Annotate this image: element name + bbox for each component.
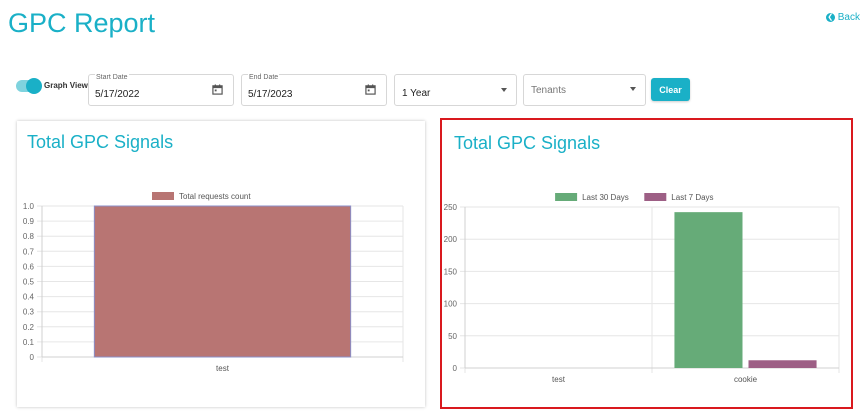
y-tick-label: 0.5 <box>23 278 35 287</box>
y-tick-label: 0.2 <box>23 323 35 332</box>
start-date-value: 5/17/2022 <box>95 89 140 100</box>
y-tick-label: 0 <box>453 364 458 373</box>
range-value: 1 Year <box>402 88 431 99</box>
legend-swatch <box>152 192 174 200</box>
tenants-select[interactable]: Tenants <box>523 74 646 106</box>
y-tick-label: 0.4 <box>23 293 35 302</box>
bar <box>674 212 743 368</box>
graph-view-toggle[interactable] <box>16 78 42 94</box>
y-tick-label: 0.7 <box>23 247 35 256</box>
y-tick-label: 0.8 <box>23 232 35 241</box>
tenants-placeholder: Tenants <box>531 85 567 96</box>
y-tick-label: 1.0 <box>23 202 35 211</box>
start-date-field[interactable]: Start Date 5/17/2022 <box>88 74 234 106</box>
bar <box>748 360 817 368</box>
clear-button[interactable]: Clear <box>651 78 690 101</box>
y-tick-label: 150 <box>444 267 458 276</box>
x-tick-label: test <box>216 364 230 373</box>
back-label: Back <box>837 12 860 23</box>
y-tick-label: 50 <box>448 332 457 341</box>
y-tick-label: 200 <box>444 235 458 244</box>
y-tick-label: 0.6 <box>23 262 35 271</box>
y-tick-label: 250 <box>444 203 458 212</box>
y-tick-label: 0.1 <box>23 338 35 347</box>
back-arrow-icon: ❮ <box>825 13 835 22</box>
end-date-field[interactable]: End Date 5/17/2023 <box>241 74 387 106</box>
y-tick-label: 100 <box>444 300 458 309</box>
requests-chart: 1.0 0.9 0.8 0.7 0.6 0.5 0.4 0.3 0.2 0.1 0 test Total… <box>23 192 404 373</box>
legend-label: Last 30 Days <box>582 193 629 202</box>
legend-swatch <box>644 193 667 201</box>
toggle-knob <box>26 78 42 94</box>
range-select[interactable]: 1 Year <box>394 74 517 106</box>
legend-swatch <box>555 193 578 201</box>
legend-label: Last 7 Days <box>671 193 713 202</box>
legend-label: Total requests count <box>179 192 251 201</box>
chart-card-requests: Total GPC Signals 1.0 0.9 0.8 0.7 0.6 0.5 0.4 0… <box>17 121 425 407</box>
end-date-label: End Date <box>248 74 280 81</box>
calendar-icon[interactable] <box>212 84 223 95</box>
start-date-label: Start Date <box>95 74 129 81</box>
signals-chart: 250 200 150 100 50 0 test cookie Last 30 Days Las… <box>444 193 840 384</box>
chevron-down-icon <box>501 88 507 92</box>
calendar-icon[interactable] <box>365 84 376 95</box>
x-tick-label: cookie <box>734 375 758 384</box>
graph-view-label: Graph View <box>44 81 88 90</box>
y-tick-label: 0.9 <box>23 217 35 226</box>
end-date-value: 5/17/2023 <box>248 89 293 100</box>
x-tick-label: test <box>552 375 566 384</box>
bar <box>93 205 352 358</box>
chevron-down-icon <box>630 87 636 91</box>
chart-card-signals: Total GPC Signals 250 200 150 100 50 0 test coo… <box>440 118 853 409</box>
y-tick-label: 0 <box>30 353 35 362</box>
page-title: GPC Report <box>8 8 156 38</box>
back-link[interactable]: ❮ Back <box>825 12 860 23</box>
y-tick-label: 0.3 <box>23 308 35 317</box>
